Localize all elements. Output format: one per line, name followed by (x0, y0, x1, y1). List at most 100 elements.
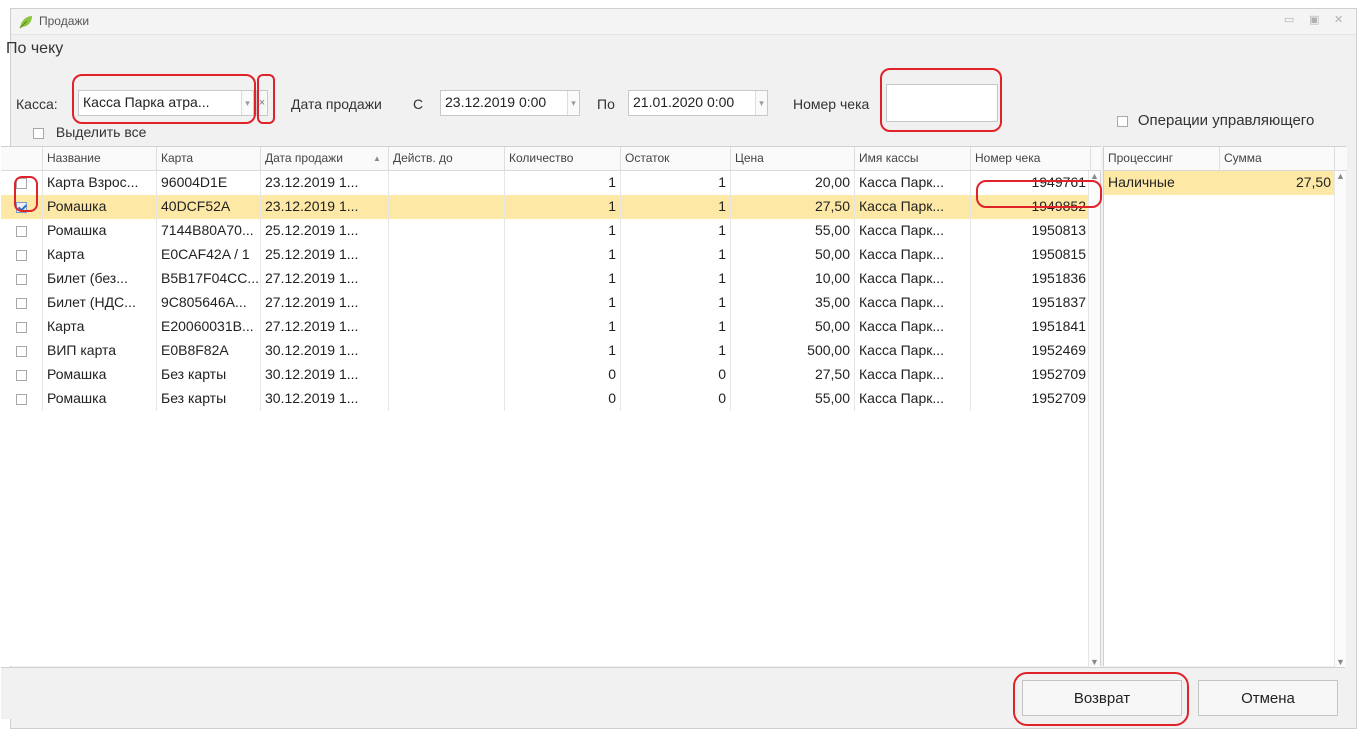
row-checkbox-cell[interactable] (1, 195, 43, 219)
header-valid-to[interactable]: Действ. до (389, 147, 505, 171)
cell-check: 1949852 (971, 195, 1091, 219)
row-checkbox[interactable] (16, 201, 27, 213)
date-from-input[interactable]: 23.12.2019 0:00 ▾ (440, 90, 580, 116)
table-row[interactable]: Карта E20060031B... 27.12.2019 1... 1 1 50,00… (1, 315, 1091, 339)
header-sale-date[interactable]: Дата продажи (261, 147, 389, 171)
cell-valid-to (389, 363, 505, 387)
check-number-input[interactable] (886, 84, 998, 122)
row-checkbox[interactable] (16, 321, 27, 333)
row-checkbox[interactable] (16, 273, 27, 285)
cell-kassa: Касса Парк... (855, 339, 971, 363)
select-all-toggle[interactable]: Выделить все (33, 124, 146, 140)
table-row[interactable]: Карта Взрос... 96004D1E 23.12.2019 1... 1 1 2… (1, 171, 1091, 195)
close-icon[interactable]: ✕ (1334, 13, 1348, 26)
row-checkbox[interactable] (16, 345, 27, 357)
table-row[interactable]: Билет (без... B5B17F04CC... 27.12.2019 1..… (1, 267, 1091, 291)
cell-kassa: Касса Парк... (855, 219, 971, 243)
cell-check: 1949761 (971, 171, 1091, 195)
header-kassa-name[interactable]: Имя кассы (855, 147, 971, 171)
row-checkbox-cell[interactable] (1, 315, 43, 339)
cell-price: 27,50 (731, 195, 855, 219)
table-row[interactable]: Ромашка 40DCF52A 23.12.2019 1... 1 1 27,50 Кас… (1, 195, 1091, 219)
cell-date: 30.12.2019 1... (261, 339, 389, 363)
cell-valid-to (389, 339, 505, 363)
kassa-clear-button[interactable]: × (256, 90, 268, 116)
maximize-icon[interactable]: ▣ (1309, 13, 1323, 26)
row-checkbox-cell[interactable] (1, 363, 43, 387)
cell-card: 7144B80A70... (157, 219, 261, 243)
header-processing[interactable]: Процессинг (1104, 147, 1220, 171)
cell-qty: 1 (505, 267, 621, 291)
row-checkbox-cell[interactable] (1, 219, 43, 243)
date-to-input[interactable]: 21.01.2020 0:00 ▾ (628, 90, 768, 116)
cell-check: 1951841 (971, 315, 1091, 339)
cell-card: E20060031B... (157, 315, 261, 339)
cell-qty: 1 (505, 219, 621, 243)
header-amount[interactable]: Сумма (1220, 147, 1335, 171)
row-checkbox-cell[interactable] (1, 339, 43, 363)
table-header: Название Карта Дата продажи Действ. до К… (1, 147, 1101, 171)
minimize-icon[interactable]: ▭ (1284, 13, 1298, 26)
cell-name: Карта (43, 243, 157, 267)
cell-valid-to (389, 291, 505, 315)
scroll-up-icon[interactable]: ▲ (1335, 171, 1346, 181)
kassa-select-value: Касса Парка атра... (83, 94, 210, 110)
cell-card: 96004D1E (157, 171, 261, 195)
chevron-down-icon[interactable]: ▾ (241, 91, 253, 115)
cell-date: 30.12.2019 1... (261, 363, 389, 387)
cell-qty: 1 (505, 195, 621, 219)
row-checkbox-cell[interactable] (1, 387, 43, 411)
return-button[interactable]: Возврат (1022, 680, 1182, 716)
scroll-down-icon[interactable]: ▼ (1089, 657, 1100, 667)
select-all-checkbox[interactable] (33, 127, 44, 139)
date-from-value: 23.12.2019 0:00 (445, 94, 547, 110)
cell-name: Билет (без... (43, 267, 157, 291)
header-quantity[interactable]: Количество (505, 147, 621, 171)
manager-ops-toggle[interactable]: Операции управляющего (1117, 112, 1314, 129)
row-checkbox[interactable] (16, 297, 27, 309)
table-row[interactable]: ВИП карта E0B8F82A 30.12.2019 1... 1 1 500,00… (1, 339, 1091, 363)
table-row[interactable]: Билет (НДС... 9C805646A... 27.12.2019 1...… (1, 291, 1091, 315)
header-name[interactable]: Название (43, 147, 157, 171)
kassa-select[interactable]: Касса Парка атра... ▾ (78, 90, 254, 116)
cell-card: B5B17F04CC... (157, 267, 261, 291)
cell-rest: 0 (621, 387, 731, 411)
cell-price: 27,50 (731, 363, 855, 387)
cell-rest: 1 (621, 195, 731, 219)
cell-rest: 1 (621, 219, 731, 243)
table-scrollbar[interactable]: ▲ ▼ (1088, 171, 1100, 667)
payment-row[interactable]: Наличные 27,50 (1104, 171, 1335, 195)
date-label: Дата продажи (291, 96, 382, 112)
row-checkbox-cell[interactable] (1, 243, 43, 267)
row-checkbox[interactable] (16, 393, 27, 405)
table-row[interactable]: Карта E0CAF42A / 1 25.12.2019 1... 1 1 50,00 К… (1, 243, 1091, 267)
manager-ops-checkbox[interactable] (1117, 115, 1128, 127)
chevron-down-icon[interactable]: ▾ (755, 91, 767, 115)
header-rest[interactable]: Остаток (621, 147, 731, 171)
row-checkbox-cell[interactable] (1, 291, 43, 315)
payments-scrollbar[interactable]: ▲ ▼ (1334, 171, 1346, 667)
cancel-button[interactable]: Отмена (1198, 680, 1338, 716)
row-checkbox[interactable] (16, 249, 27, 261)
table-row[interactable]: Ромашка Без карты 30.12.2019 1... 0 0 27,50 Ка… (1, 363, 1091, 387)
header-check-number[interactable]: Номер чека (971, 147, 1091, 171)
cell-valid-to (389, 387, 505, 411)
row-checkbox-cell[interactable] (1, 267, 43, 291)
header-price[interactable]: Цена (731, 147, 855, 171)
row-checkbox[interactable] (16, 369, 27, 381)
chevron-down-icon[interactable]: ▾ (567, 91, 579, 115)
check-number-label: Номер чека (793, 96, 870, 112)
cell-qty: 1 (505, 291, 621, 315)
scroll-up-icon[interactable]: ▲ (1089, 171, 1100, 181)
scroll-down-icon[interactable]: ▼ (1335, 657, 1346, 667)
table-row[interactable]: Ромашка Без карты 30.12.2019 1... 0 0 55,00 Ка… (1, 387, 1091, 411)
cell-check: 1952709 (971, 363, 1091, 387)
table-row[interactable]: Ромашка 7144B80A70... 25.12.2019 1... 1 1 55,… (1, 219, 1091, 243)
header-card[interactable]: Карта (157, 147, 261, 171)
row-checkbox[interactable] (16, 177, 27, 189)
row-checkbox-cell[interactable] (1, 171, 43, 195)
payment-amount: 27,50 (1295, 174, 1331, 190)
cell-kassa: Касса Парк... (855, 387, 971, 411)
row-checkbox[interactable] (16, 225, 27, 237)
cell-check: 1951836 (971, 267, 1091, 291)
